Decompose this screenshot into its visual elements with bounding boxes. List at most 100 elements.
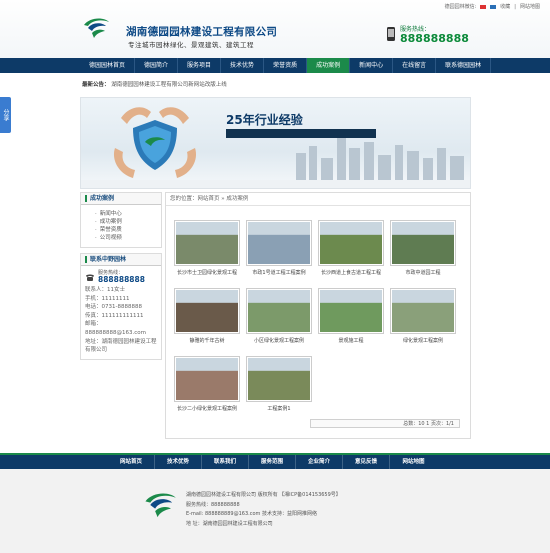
contact-info: 服务热线： 888888888 联系人：11女士 手机：11111111 电话：… bbox=[81, 266, 161, 359]
footer-nav-item[interactable]: 服务范围 bbox=[249, 455, 296, 469]
contact-address: 地址：湖南德园园林建设工程有限公司 bbox=[85, 338, 157, 354]
hotline-number: 888888888 bbox=[400, 32, 469, 45]
side-menu-item[interactable]: 新闻中心 bbox=[95, 210, 161, 218]
footer-info: 湖南德园园林建设工程有限公司 版权所有 【湘ICP备014153659号】 服务… bbox=[186, 491, 341, 529]
company-tagline: 专注城市园林绿化、景观建筑、建筑工程 bbox=[128, 41, 254, 49]
telephone-icon bbox=[86, 274, 94, 281]
case-photo bbox=[320, 222, 382, 264]
sitemap-link[interactable]: 网站地图 bbox=[520, 3, 540, 10]
side-menu-item[interactable]: 荣誉资质 bbox=[95, 226, 161, 234]
contact-tel: 电话：0731-8888888 bbox=[85, 304, 142, 311]
announcement: 最新公告： 湖南德园园林建设工程有限公司新网站改版上线 bbox=[82, 80, 227, 88]
case-caption[interactable]: 绿化景观工程案例 bbox=[390, 337, 456, 344]
contact-fax: 传真：111111111111 bbox=[85, 312, 144, 319]
case-caption[interactable]: 长沙西道上食古道工程工程 bbox=[318, 269, 384, 276]
side-menu-item[interactable]: 公司视频 bbox=[95, 234, 161, 242]
case-item[interactable]: 市政1号道工程工程案例 bbox=[246, 220, 312, 276]
nav-item-6[interactable]: 新闻中心 bbox=[350, 58, 394, 73]
company-logo[interactable] bbox=[82, 16, 110, 40]
contact-mobile: 手机：11111111 bbox=[85, 295, 130, 302]
case-photo bbox=[320, 290, 382, 332]
breadcrumb: 您的位置：网站首页 » 成功案例 bbox=[166, 193, 470, 206]
nav-item-1[interactable]: 德园简介 bbox=[135, 58, 179, 73]
case-thumbnail[interactable] bbox=[174, 356, 240, 402]
case-thumbnail[interactable] bbox=[246, 220, 312, 266]
case-caption[interactable]: 市政中道园工程 bbox=[390, 269, 456, 276]
footer-nav-item[interactable]: 网站首页 bbox=[108, 455, 155, 469]
nav-item-8[interactable]: 联系德园园林 bbox=[436, 58, 492, 73]
case-item[interactable]: 小区绿化景观工程案例 bbox=[246, 288, 312, 344]
cases-box: 成功案例 新闻中心成功案例荣誉资质公司视频 bbox=[80, 192, 162, 248]
hero-banner: 25年行业经验 bbox=[80, 97, 471, 189]
nav-item-2[interactable]: 服务项目 bbox=[178, 58, 222, 73]
nav-item-4[interactable]: 荣誉资质 bbox=[264, 58, 308, 73]
case-photo bbox=[176, 358, 238, 400]
top-utility-links: 德园园林微信: 收藏 | 网站地图 bbox=[445, 3, 540, 11]
weibo-icon[interactable] bbox=[480, 4, 487, 9]
nav-item-5[interactable]: 成功案例 bbox=[307, 58, 351, 73]
case-thumbnail[interactable] bbox=[246, 288, 312, 334]
collect-link[interactable]: 收藏 bbox=[500, 3, 510, 10]
case-item[interactable]: 市政中道园工程 bbox=[390, 220, 456, 276]
case-item[interactable]: 景观施工程 bbox=[318, 288, 384, 344]
footer-nav-item[interactable]: 企业简介 bbox=[296, 455, 343, 469]
announcement-text[interactable]: 湖南德园园林建设工程有限公司新网站改版上线 bbox=[111, 82, 227, 88]
footer-nav-item[interactable]: 联系我们 bbox=[202, 455, 249, 469]
case-thumbnail[interactable] bbox=[174, 220, 240, 266]
announcement-label: 最新公告： bbox=[82, 82, 110, 88]
contact-box: 联系中野园林 服务热线： 888888888 联系人：11女士 手机：11111… bbox=[80, 253, 162, 360]
case-item[interactable]: 绿化景观工程案例 bbox=[390, 288, 456, 344]
case-thumbnail[interactable] bbox=[318, 288, 384, 334]
footer-nav-item[interactable]: 意见反馈 bbox=[343, 455, 390, 469]
case-caption[interactable]: 景观施工程 bbox=[318, 337, 384, 344]
cases-menu: 新闻中心成功案例荣誉资质公司视频 bbox=[81, 205, 161, 247]
main-nav: 德园园林首页 德园简介 服务项目 技术优势 荣誉资质 成功案例 新闻中心 在线留言 联系德园园林 bbox=[0, 58, 550, 73]
case-item[interactable]: 长沙市士卫园绿化景观工程 bbox=[174, 220, 240, 276]
case-caption[interactable]: 工程案例1 bbox=[246, 405, 312, 412]
weixin-link[interactable]: 德园园林微信: bbox=[445, 3, 477, 10]
contact-hot-number: 888888888 bbox=[98, 275, 145, 284]
footer-nav: 网站首页 技术优势 联系我们 服务范围 企业简介 意见反馈 网站地图 bbox=[0, 453, 550, 469]
case-photo bbox=[176, 290, 238, 332]
footer-logo bbox=[145, 493, 176, 518]
case-thumbnail[interactable] bbox=[174, 288, 240, 334]
contact-email[interactable]: 邮箱：888888888@163.com bbox=[85, 320, 157, 337]
side-menu-item[interactable]: 成功案例 bbox=[95, 218, 161, 226]
footer-address: 地 址：湖南德园园林建设工程有限公司 bbox=[186, 520, 273, 527]
case-caption[interactable]: 长沙二小绿化景观工程案例 bbox=[174, 405, 240, 412]
case-item[interactable]: 长沙二小绿化景观工程案例 bbox=[174, 356, 240, 412]
footer-hotline: 服务热线：888888888 bbox=[186, 501, 240, 508]
site-footer: 湖南德园园林建设工程有限公司 版权所有 【湘ICP备014153659号】 服务… bbox=[0, 469, 550, 553]
footer-nav-item[interactable]: 网站地图 bbox=[390, 455, 437, 469]
share-tab[interactable]: 分享 bbox=[0, 97, 11, 133]
banner-bar bbox=[226, 129, 376, 138]
footer-copyright: 湖南德园园林建设工程有限公司 版权所有 【湘ICP备014153659号】 bbox=[186, 492, 341, 498]
case-caption[interactable]: 长沙市士卫园绿化景观工程 bbox=[174, 269, 240, 276]
case-thumbnail[interactable] bbox=[318, 220, 384, 266]
case-photo bbox=[392, 222, 454, 264]
case-photo bbox=[248, 222, 310, 264]
banner-title: 25年行业经验 bbox=[226, 113, 303, 127]
qq-icon[interactable] bbox=[490, 4, 497, 9]
case-caption[interactable]: 静雅的千年古树 bbox=[174, 337, 240, 344]
case-thumbnail[interactable] bbox=[246, 356, 312, 402]
contact-person: 联系人：11女士 bbox=[85, 287, 125, 293]
case-item[interactable]: 静雅的千年古树 bbox=[174, 288, 240, 344]
nav-item-3[interactable]: 技术优势 bbox=[221, 58, 265, 73]
case-caption[interactable]: 小区绿化景观工程案例 bbox=[246, 337, 312, 344]
nav-item-0[interactable]: 德园园林首页 bbox=[80, 58, 136, 73]
company-name: 湖南德园园林建设工程有限公司 bbox=[126, 26, 278, 38]
contact-hotline: 服务热线： 888888888 bbox=[85, 270, 157, 284]
case-caption[interactable]: 市政1号道工程工程案例 bbox=[246, 269, 312, 276]
case-item[interactable]: 工程案例1 bbox=[246, 356, 312, 412]
case-item[interactable]: 长沙西道上食古道工程工程 bbox=[318, 220, 384, 276]
case-thumbnail[interactable] bbox=[390, 220, 456, 266]
pagination: 总数：10 1 页次：1/1 bbox=[310, 419, 460, 428]
case-photo bbox=[176, 222, 238, 264]
main-content: 您的位置：网站首页 » 成功案例 长沙市士卫园绿化景观工程 市政1号道工程工程案例… bbox=[165, 192, 471, 439]
nav-item-7[interactable]: 在线留言 bbox=[393, 58, 437, 73]
case-thumbnail[interactable] bbox=[390, 288, 456, 334]
footer-nav-item[interactable]: 技术优势 bbox=[155, 455, 202, 469]
contact-box-title: 联系中野园林 bbox=[85, 256, 127, 263]
phone-icon bbox=[387, 27, 395, 41]
